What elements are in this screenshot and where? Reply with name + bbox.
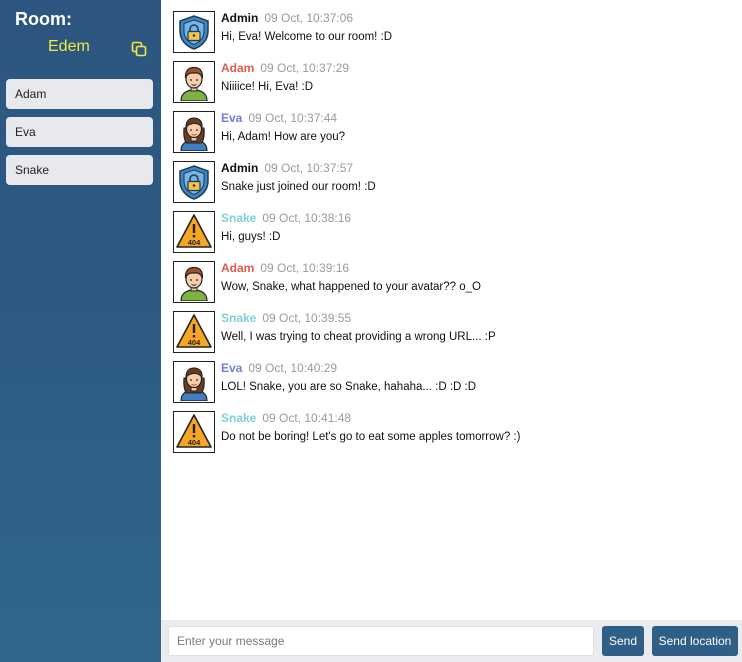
- message-item: 404 Snake 09 Oct, 10:41:48 Do not be boring…: [173, 411, 742, 461]
- message-meta: Admin 09 Oct, 10:37:06: [221, 11, 392, 25]
- shield-lock-icon: [173, 11, 215, 53]
- message-text: Wow, Snake, what happened to your avatar…: [221, 281, 481, 293]
- user-item-eva[interactable]: Eva: [6, 117, 153, 147]
- shield-lock-icon: [173, 161, 215, 203]
- svg-text:404: 404: [188, 438, 201, 447]
- message-author: Admin: [221, 11, 259, 25]
- message-meta: Adam 09 Oct, 10:37:29: [221, 61, 349, 75]
- message-timestamp: 09 Oct, 10:40:29: [248, 361, 338, 375]
- message-timestamp: 09 Oct, 10:39:55: [262, 311, 352, 325]
- message-meta: Snake 09 Oct, 10:39:55: [221, 311, 496, 325]
- message-text: Hi, Eva! Welcome to our room! :D: [221, 31, 393, 43]
- message-item: Admin 09 Oct, 10:37:06 Hi, Eva! Welcome to…: [173, 11, 742, 61]
- message-meta: Adam 09 Oct, 10:39:16: [221, 261, 481, 275]
- woman-avatar-icon: [173, 361, 215, 403]
- message-meta: Snake 09 Oct, 10:38:16: [221, 211, 351, 225]
- chat-main: Admin 09 Oct, 10:37:06 Hi, Eva! Welcome to…: [161, 0, 742, 662]
- send-button[interactable]: Send: [602, 626, 644, 656]
- message-body: Adam 09 Oct, 10:39:16 Wow, Snake, what hap…: [221, 261, 481, 311]
- room-name: Edem: [48, 38, 90, 55]
- message-item: Eva 09 Oct, 10:40:29 LOL! Snake, you are s…: [173, 361, 742, 411]
- copy-icon[interactable]: [131, 41, 147, 57]
- message-meta: Snake 09 Oct, 10:41:48: [221, 411, 520, 425]
- warning-404-icon: 404: [173, 411, 215, 453]
- message-text: Hi, Adam! How are you?: [221, 131, 346, 143]
- message-timestamp: 09 Oct, 10:41:48: [262, 411, 352, 425]
- sidebar: Room: Edem Adam Eva Snake: [0, 0, 161, 662]
- message-input[interactable]: [168, 626, 594, 656]
- warning-404-icon: 404: [173, 211, 215, 253]
- message-author: Admin: [221, 161, 259, 175]
- man-avatar-icon: [173, 261, 215, 303]
- message-item: Adam 09 Oct, 10:39:16 Wow, Snake, what hap…: [173, 261, 742, 311]
- warning-404-icon: 404: [173, 311, 215, 353]
- room-title: Room:: [15, 9, 72, 29]
- message-text: Snake just joined our room! :D: [221, 181, 376, 193]
- svg-text:404: 404: [188, 338, 201, 347]
- message-list: Admin 09 Oct, 10:37:06 Hi, Eva! Welcome to…: [173, 11, 742, 461]
- svg-text:404: 404: [188, 238, 201, 247]
- user-list: Adam Eva Snake: [6, 79, 153, 193]
- message-author: Snake: [221, 211, 257, 225]
- message-author: Adam: [221, 261, 255, 275]
- woman-avatar-icon: [173, 111, 215, 153]
- message-text: Do not be boring! Let's go to eat some a…: [221, 431, 521, 443]
- message-body: Snake 09 Oct, 10:39:55 Well, I was trying …: [221, 311, 496, 361]
- message-composer: Send Send location: [161, 620, 742, 662]
- man-avatar-icon: [173, 61, 215, 103]
- message-meta: Admin 09 Oct, 10:37:57: [221, 161, 376, 175]
- message-item: Eva 09 Oct, 10:37:44 Hi, Adam! How are you…: [173, 111, 742, 161]
- message-timestamp: 09 Oct, 10:38:16: [262, 211, 352, 225]
- message-body: Snake 09 Oct, 10:38:16 Hi, guys! :D: [221, 211, 351, 261]
- message-timestamp: 09 Oct, 10:39:16: [260, 261, 350, 275]
- message-body: Admin 09 Oct, 10:37:06 Hi, Eva! Welcome to…: [221, 11, 392, 61]
- message-body: Adam 09 Oct, 10:37:29 Niiiice! Hi, Eva! :D: [221, 61, 349, 111]
- message-body: Admin 09 Oct, 10:37:57 Snake just joined o…: [221, 161, 376, 211]
- message-item: Admin 09 Oct, 10:37:57 Snake just joined o…: [173, 161, 742, 211]
- message-timestamp: 09 Oct, 10:37:44: [248, 111, 338, 125]
- message-timestamp: 09 Oct, 10:37:29: [260, 61, 350, 75]
- message-meta: Eva 09 Oct, 10:37:44: [221, 111, 345, 125]
- message-body: Eva 09 Oct, 10:40:29 LOL! Snake, you are s…: [221, 361, 476, 411]
- message-timestamp: 09 Oct, 10:37:57: [264, 161, 354, 175]
- message-meta: Eva 09 Oct, 10:40:29: [221, 361, 476, 375]
- message-author: Snake: [221, 411, 257, 425]
- message-item: Adam 09 Oct, 10:37:29 Niiiice! Hi, Eva! :D: [173, 61, 742, 111]
- message-body: Eva 09 Oct, 10:37:44 Hi, Adam! How are you…: [221, 111, 345, 161]
- message-text: Well, I was trying to cheat providing a …: [221, 331, 496, 343]
- user-item-adam[interactable]: Adam: [6, 79, 153, 109]
- message-timestamp: 09 Oct, 10:37:06: [264, 11, 354, 25]
- message-author: Snake: [221, 311, 257, 325]
- message-author: Adam: [221, 61, 255, 75]
- chat-app: Room: Edem Adam Eva Snake Admin 09 Oct, 1…: [0, 0, 742, 662]
- message-author: Eva: [221, 361, 243, 375]
- message-body: Snake 09 Oct, 10:41:48 Do not be boring! L…: [221, 411, 520, 461]
- message-author: Eva: [221, 111, 243, 125]
- message-item: 404 Snake 09 Oct, 10:38:16 Hi, guys! :D: [173, 211, 742, 261]
- message-text: Hi, guys! :D: [221, 231, 281, 243]
- user-item-snake[interactable]: Snake: [6, 155, 153, 185]
- message-text: LOL! Snake, you are so Snake, hahaha... …: [221, 381, 477, 393]
- message-item: 404 Snake 09 Oct, 10:39:55 Well, I was tryi…: [173, 311, 742, 361]
- message-text: Niiiice! Hi, Eva! :D: [221, 81, 314, 93]
- send-location-button[interactable]: Send location: [652, 626, 738, 656]
